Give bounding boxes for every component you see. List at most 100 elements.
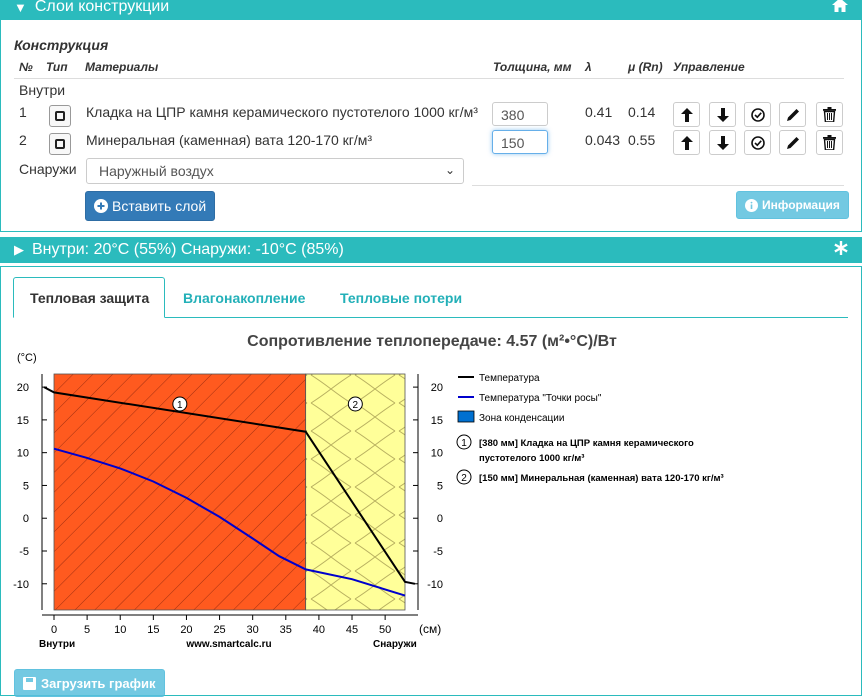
row-2-delete-button[interactable] [816, 130, 843, 155]
row-2-move-up-button[interactable] [673, 130, 700, 155]
plus-circle-icon [94, 199, 108, 213]
row-1-lambda: 0.41 [585, 104, 613, 120]
x-tick-label: 50 [379, 624, 391, 636]
legend-condensation-swatch [457, 410, 475, 423]
x-tick-label: 10 [114, 624, 126, 636]
y-tick-label-right: 5 [437, 480, 443, 492]
information-button[interactable]: Информация [736, 191, 849, 219]
col-type: Тип [46, 60, 68, 74]
col-control: Управление [673, 60, 745, 74]
trash-icon [823, 107, 836, 122]
row-1-delete-button[interactable] [816, 102, 843, 127]
layer-1-marker-label: 1 [177, 400, 183, 411]
y-tick-label-left: -5 [19, 546, 29, 558]
x-tick-label: 0 [51, 624, 57, 636]
legend-temperature-label: Температура [479, 373, 540, 384]
x-center-label: www.smartcalc.ru [185, 639, 271, 650]
layer-legend-1-text: [380 мм] Кладка на ЦПР камня керамическо… [479, 438, 694, 449]
y-tick-label-right: 15 [431, 415, 443, 427]
col-thickness: Толщина, мм [493, 60, 572, 74]
conditions-title: Внутри: 20°C (55%) Снаружи: -10°C (85%) [32, 241, 344, 258]
y-tick-label-right: 0 [437, 513, 443, 525]
expand-arrow-icon: ▶ [14, 242, 24, 257]
row-1-check-button[interactable] [744, 102, 771, 127]
x-tick-label: 35 [280, 624, 292, 636]
x-left-label: Внутри [39, 639, 75, 650]
insert-layer-button[interactable]: Вставить слой [85, 191, 216, 221]
row-1-move-up-button[interactable] [673, 102, 700, 127]
tab-thermal-protection[interactable]: Тепловая защита [13, 277, 165, 318]
row-2-num: 2 [19, 132, 27, 148]
collapse-arrow-icon: ▼ [14, 0, 27, 15]
x-tick-label: 40 [313, 624, 325, 636]
construction-heading: Конструкция [14, 37, 109, 53]
row-2-edit-button[interactable] [779, 130, 806, 155]
col-mu: μ (Rn) [628, 60, 663, 74]
row-1-move-down-button[interactable] [709, 102, 736, 127]
arrow-up-icon [680, 135, 693, 150]
y-tick-label-right: -10 [427, 579, 443, 591]
outside-medium-value: Наружный воздух [99, 163, 214, 179]
x-tick-label: 30 [247, 624, 259, 636]
layer-legend-1-marker-label: 1 [461, 438, 467, 449]
trash-icon [823, 135, 836, 150]
row-2-thickness-input[interactable]: 150 [492, 130, 548, 154]
tab-moisture-label: Влагонакопление [183, 290, 306, 306]
arrow-down-icon [716, 135, 729, 150]
results-panel-body: Тепловая защита Влагонакопление Тепловые… [0, 266, 862, 697]
row-1-material: Кладка на ЦПР камня керамического пустот… [86, 104, 478, 120]
x-tick-label: 15 [147, 624, 159, 636]
download-chart-button[interactable]: Загрузить график [14, 669, 165, 697]
insert-layer-label: Вставить слой [112, 198, 207, 214]
snowflake-icon[interactable] [834, 240, 848, 260]
home-icon[interactable] [832, 0, 848, 17]
tab-moisture[interactable]: Влагонакопление [183, 290, 305, 306]
x-tick-label: 45 [346, 624, 358, 636]
row-1-mu: 0.14 [628, 104, 656, 120]
y-tick-label-right: 20 [431, 382, 443, 394]
layer-legend-2-text: [150 мм] Минеральная (каменная) вата 120… [479, 473, 724, 484]
layers-panel-title: Слои конструкции [34, 0, 170, 15]
layer-legend-2-marker-label: 2 [461, 473, 467, 484]
tab-heat-loss[interactable]: Тепловые потери [340, 290, 462, 306]
x-tick-label: 20 [180, 624, 192, 636]
info-circle-icon [745, 198, 758, 212]
pencil-icon [786, 136, 799, 149]
check-circle-icon [750, 135, 765, 150]
x-tick-label: 5 [84, 624, 90, 636]
row-2-move-down-button[interactable] [709, 130, 736, 155]
row-1-edit-button[interactable] [779, 102, 806, 127]
row-divider [472, 185, 844, 186]
chevron-down-icon: ⌄ [444, 163, 455, 177]
tab-thermal-protection-label: Тепловая защита [30, 290, 150, 306]
y-axis-unit: (°C) [17, 352, 37, 364]
layer-2-marker-label: 2 [353, 400, 359, 411]
row-2-check-button[interactable] [744, 130, 771, 155]
legend-condensation-label: Зона конденсации [479, 413, 564, 424]
row-1-thickness-input[interactable]: 380 [492, 102, 548, 126]
col-num: № [19, 60, 33, 74]
tab-heat-loss-label: Тепловые потери [340, 290, 463, 306]
row-2-type-button[interactable] [49, 133, 71, 155]
y-tick-label-left: 10 [17, 448, 29, 460]
y-tick-label-left: -10 [13, 579, 29, 591]
arrow-up-icon [680, 107, 693, 122]
x-right-label: Снаружи [373, 639, 417, 650]
conditions-panel-header[interactable]: ▶ Внутри: 20°C (55%) Снаружи: -10°C (85%… [0, 237, 862, 263]
check-circle-icon [750, 107, 765, 122]
row-2-mu: 0.55 [628, 132, 656, 148]
y-tick-label-right: 10 [431, 448, 443, 460]
outside-medium-select[interactable]: Наружный воздух ⌄ [86, 158, 464, 184]
y-tick-label-left: 20 [17, 382, 29, 394]
y-tick-label-left: 0 [23, 513, 29, 525]
arrow-down-icon [716, 107, 729, 122]
inside-label: Внутри [19, 82, 66, 98]
x-axis-unit: (см) [419, 622, 441, 636]
y-tick-label-left: 5 [23, 480, 29, 492]
thermal-chart: 1 2(°C)20 2015 1510 105 50 0-5 -5-10 -100 5 10 15 20… [13, 352, 724, 650]
col-lambda: λ [585, 60, 592, 74]
row-2-material: Минеральная (каменная) вата 120-170 кг/м… [86, 132, 373, 148]
row-1-type-button[interactable] [49, 105, 71, 127]
legend-dew-label: Температура "Точки росы" [479, 393, 602, 404]
layers-panel-header[interactable]: ▼ Слои конструкции [0, 0, 862, 20]
